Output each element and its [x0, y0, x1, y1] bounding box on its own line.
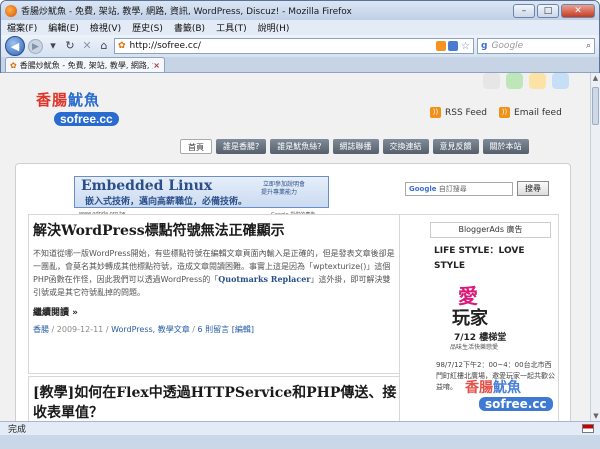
menu-tools[interactable]: 工具(T)	[216, 21, 247, 34]
watermark-en: sofree.cc	[479, 397, 553, 411]
theme-swatch-yellow[interactable]	[529, 73, 546, 89]
window-bottom-edge	[0, 435, 600, 449]
rss-icon[interactable]	[436, 41, 447, 51]
status-text: 完成	[8, 425, 27, 435]
nav-exchange-links[interactable]: 交換連結	[382, 139, 429, 154]
title-bar: 香腸炒魷魚 - 免費, 架站, 教學, 網路, 資訊, WordPress, D…	[1, 1, 599, 20]
forward-button[interactable]: ▶	[28, 38, 43, 54]
window-title: 香腸炒魷魚 - 免費, 架站, 教學, 網路, 資訊, WordPress, D…	[21, 7, 352, 17]
back-button[interactable]: ◀	[5, 36, 25, 56]
post-excerpt: 不知道從哪一版WordPress開始，有些標點符號在編輯文章頁面內輸入是正確的，…	[29, 241, 402, 299]
post-author[interactable]: 香腸	[33, 325, 49, 334]
url-text[interactable]: http://sofree.cc/	[130, 41, 434, 51]
post-title[interactable]: [教學]如何在Flex中透過HTTPService和PHP傳送、接收表單值？	[29, 377, 402, 421]
logo-cn-blue: 魷魚	[68, 91, 101, 109]
bookmark-star-icon[interactable]: ☆	[461, 41, 470, 52]
banner-line1: Embedded Linux	[81, 178, 213, 194]
navigation-toolbar: ◀ ▶ ▾ ↻ ✕ ⌂ ✿ http://sofree.cc/ ☆ g Goog…	[1, 35, 599, 57]
firefox-icon	[5, 4, 17, 17]
theme-swatch-blue[interactable]	[552, 73, 569, 89]
feed-links: )) RSS Feed )) Email feed	[430, 107, 562, 118]
plugin-link[interactable]: Quotmarks Replacer	[218, 274, 310, 284]
post-date: 2009-12-11	[56, 325, 104, 334]
dropdown-arrow-icon[interactable]: ▾	[46, 39, 60, 53]
nav-who-is-squid[interactable]: 誰是魷魚絲?	[270, 139, 329, 154]
menu-edit[interactable]: 編輯(E)	[48, 21, 79, 34]
reload-icon[interactable]: ↻	[63, 39, 77, 53]
tab-close-icon[interactable]: ×	[153, 61, 160, 70]
theme-swatches	[483, 73, 569, 89]
menu-bookmarks[interactable]: 書籤(B)	[174, 21, 205, 34]
rss-icon: ))	[430, 107, 441, 118]
post-categories[interactable]: WordPress, 教學文章	[111, 325, 190, 334]
search-hint: 自訂搜尋	[438, 185, 467, 193]
search-icon[interactable]: ⌕	[586, 41, 591, 51]
watermark-cn-red: 香腸	[465, 380, 493, 396]
site-navigation: 首頁 誰是香腸? 誰是魷魚絲? 網誌聯播 交換連結 意見反饋 關於本站	[180, 139, 529, 154]
nav-blog-links[interactable]: 網誌聯播	[332, 139, 379, 154]
menu-view[interactable]: 檢視(V)	[90, 21, 121, 34]
tab-bar: ✿ 香腸炒魷魚 - 免費, 架站, 教學, 網路, 資... ×	[1, 57, 599, 73]
tab-active[interactable]: ✿ 香腸炒魷魚 - 免費, 架站, 教學, 網路, 資... ×	[5, 57, 165, 72]
site-favicon-icon: ✿	[118, 41, 126, 51]
scroll-thumb[interactable]	[592, 87, 599, 125]
menu-history[interactable]: 歷史(S)	[132, 21, 163, 34]
menu-file[interactable]: 檔案(F)	[7, 21, 37, 34]
banner-line2: 嵌入式技術，邁向高薪職位，必備技術。	[85, 197, 248, 207]
maximize-button[interactable]: □	[537, 3, 559, 18]
menu-help[interactable]: 說明(H)	[258, 21, 290, 34]
nav-about[interactable]: 關於本站	[482, 139, 529, 154]
site-search-button[interactable]: 搜尋	[517, 181, 549, 196]
logo-en: sofree.cc	[54, 112, 119, 126]
email-feed-link[interactable]: )) Email feed	[499, 107, 562, 118]
banner-ad[interactable]: Embedded Linux 嵌入式技術，邁向高薪職位，必備技術。 立即參加說明…	[74, 176, 329, 218]
search-placeholder[interactable]: Google	[491, 41, 523, 51]
vertical-scrollbar[interactable]: ▲ ▼	[590, 73, 600, 421]
theme-swatch-green[interactable]	[506, 73, 523, 89]
ad-headline[interactable]: LIFE STYLE：LOVE STYLE	[434, 244, 552, 274]
home-icon[interactable]: ⌂	[97, 39, 111, 53]
scroll-down-icon[interactable]: ▼	[591, 411, 600, 421]
post-card: 解決WordPress標點符號無法正確顯示 不知道從哪一版WordPress開始…	[28, 214, 403, 374]
banner-cta2: 提升專業能力	[261, 189, 298, 196]
address-bar[interactable]: ✿ http://sofree.cc/ ☆	[114, 38, 474, 54]
theme-swatch-gray[interactable]	[483, 73, 500, 89]
nav-feedback[interactable]: 意見反饋	[432, 139, 479, 154]
google-icon[interactable]: g	[481, 41, 487, 51]
nav-who-is-sausage[interactable]: 誰是香腸?	[216, 139, 267, 154]
page-viewport: 香腸魷魚 sofree.cc )) RSS Feed )) Email feed…	[0, 73, 590, 421]
read-more-link[interactable]: 繼續閱讀 »	[29, 299, 402, 318]
watermark-logo: 香腸魷魚 sofree.cc	[465, 377, 575, 419]
google-logo-icon: Google	[409, 185, 437, 193]
close-button[interactable]: ✕	[561, 3, 595, 18]
post-meta: 香腸 / 2009-12-11 / WordPress, 教學文章 / 6 則留…	[33, 325, 254, 334]
tab-favicon-icon: ✿	[10, 60, 17, 70]
site-logo[interactable]: 香腸魷魚 sofree.cc	[36, 89, 166, 135]
logo-cn-red: 香腸	[36, 91, 69, 109]
post-comments[interactable]: 6 則留言	[198, 325, 230, 334]
ad-header[interactable]: BloggerAds 廣告	[430, 222, 551, 238]
status-bar: 完成	[0, 421, 600, 435]
tab-title[interactable]: 香腸炒魷魚 - 免費, 架站, 教學, 網路, 資...	[20, 60, 154, 71]
post-title[interactable]: 解決WordPress標點符號無法正確顯示	[29, 215, 402, 241]
watermark-cn-blue: 魷魚	[493, 380, 521, 396]
nav-home[interactable]: 首頁	[180, 139, 212, 154]
minimize-button[interactable]: –	[513, 3, 535, 18]
scroll-up-icon[interactable]: ▲	[591, 73, 600, 83]
email-icon: ))	[499, 107, 511, 118]
menu-bar: 檔案(F) 編輯(E) 檢視(V) 歷史(S) 書籤(B) 工具(T) 說明(H…	[1, 20, 599, 35]
site-search-input[interactable]: Google 自訂搜尋	[405, 182, 513, 196]
post-edit[interactable]: [編輯]	[232, 325, 254, 334]
feed-icon[interactable]	[448, 41, 459, 51]
flag-icon[interactable]	[582, 424, 594, 433]
rss-feed-link[interactable]: )) RSS Feed	[430, 107, 487, 118]
search-box[interactable]: g Google ⌕	[477, 38, 595, 54]
email-feed-label[interactable]: Email feed	[514, 108, 562, 118]
rss-feed-label[interactable]: RSS Feed	[445, 108, 487, 118]
ad-art-2: 玩家	[452, 308, 488, 329]
stop-icon[interactable]: ✕	[80, 39, 94, 53]
ad-art-4: 品味生活快樂戀愛	[450, 344, 499, 351]
ad-image[interactable]: 愛 玩家 7/12 樓梯堂 品味生活快樂戀愛	[450, 280, 530, 356]
post-card: [教學]如何在Flex中透過HTTPService和PHP傳送、接收表單值？	[28, 376, 403, 421]
